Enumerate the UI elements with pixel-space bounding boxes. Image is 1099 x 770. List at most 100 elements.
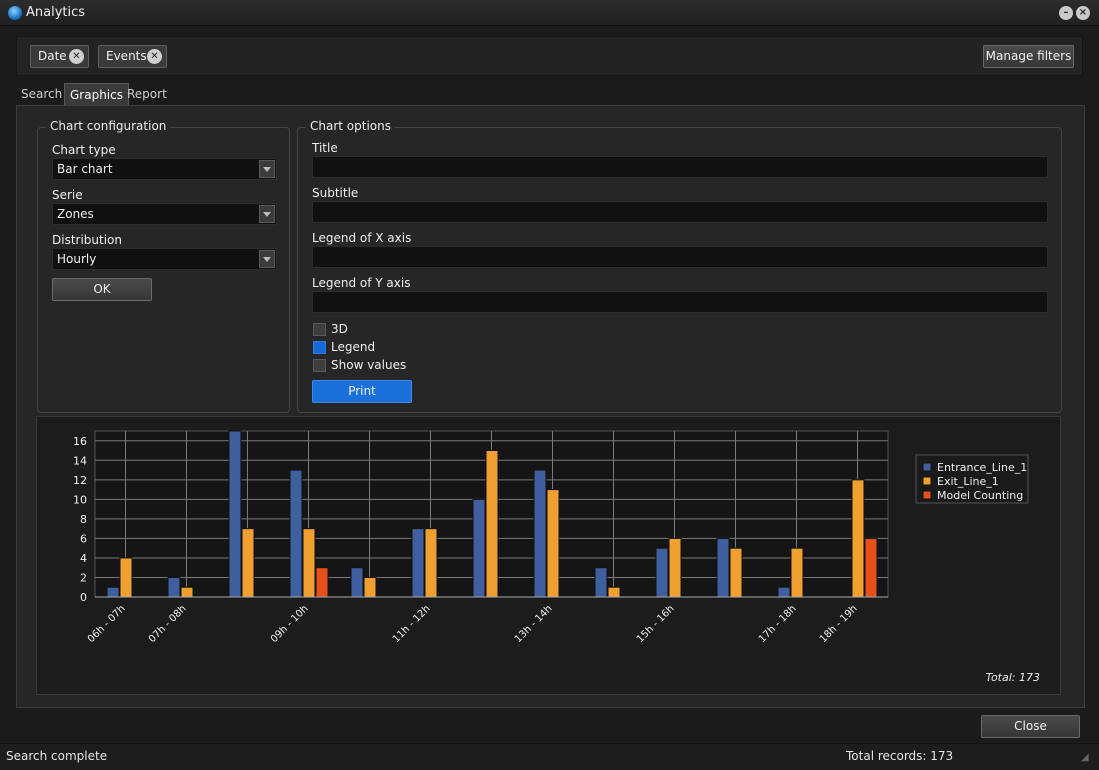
x-axis-legend-label: Legend of X axis: [312, 231, 412, 245]
bar: [594, 567, 608, 598]
x-tick-label: 09h - 10h: [269, 603, 311, 645]
bar-chart: 0 2 4 6 8 10 12 14 16 06h - 07h 07h - 08h 09h - 10h…: [73, 430, 1040, 684]
resize-grip-icon[interactable]: ◢: [1081, 752, 1089, 763]
analytics-app-icon: [8, 6, 22, 20]
title-bar: Analytics – ×: [0, 0, 1099, 26]
legend-label: Entrance_Line_1: [937, 461, 1027, 474]
selected-value: Zones: [57, 207, 94, 221]
chevron-down-icon[interactable]: [259, 250, 275, 268]
x-tick-label: 17h - 18h: [757, 603, 799, 645]
bar: [289, 469, 303, 598]
bar: [167, 576, 181, 598]
bar: [315, 567, 329, 598]
x-tick-label: 07h - 08h: [147, 603, 189, 645]
chart-type-label: Chart type: [52, 143, 116, 157]
filter-chip-label: Events: [106, 49, 147, 63]
filter-bar: Date ✕ Events ✕ Manage filters: [16, 36, 1083, 76]
bar: [851, 479, 865, 598]
subtitle-field[interactable]: [312, 201, 1048, 223]
y-tick-label: 16: [73, 435, 87, 448]
group-title: Chart configuration: [46, 119, 171, 133]
bar: [790, 547, 804, 598]
legend-checkbox-label: Legend: [331, 340, 376, 354]
bar: [729, 547, 743, 598]
bar: [777, 586, 791, 598]
x-tick-label: 18h - 19h: [818, 603, 860, 645]
print-button[interactable]: Print: [312, 380, 412, 403]
selected-value: Bar chart: [57, 162, 113, 176]
chart-type-select[interactable]: Bar chart: [52, 158, 277, 180]
show-values-checkbox[interactable]: [313, 359, 326, 372]
filter-chip-label: Date: [38, 49, 67, 63]
y-tick-label: 8: [80, 513, 87, 526]
bar: [363, 576, 377, 598]
bar: [546, 489, 560, 598]
group-title: Chart options: [306, 119, 395, 133]
chart-area: 0 2 4 6 8 10 12 14 16 06h - 07h 07h - 08h 09h - 10h…: [36, 416, 1061, 695]
bar: [533, 469, 547, 598]
filter-chip-date[interactable]: Date ✕: [30, 45, 89, 68]
legend-label: Model Counting: [937, 489, 1023, 502]
x-tick-label: 13h - 14h: [513, 603, 555, 645]
bar: [106, 586, 120, 598]
bar: [241, 528, 255, 598]
status-text: Search complete: [6, 749, 108, 763]
bar: [424, 528, 438, 598]
bar: [472, 498, 486, 598]
total-records: Total records: 173: [846, 749, 954, 763]
remove-filter-icon[interactable]: ✕: [147, 49, 162, 64]
window-title: Analytics: [26, 5, 86, 20]
bar: [485, 450, 499, 598]
bar: [716, 537, 730, 598]
bar: [864, 537, 878, 598]
manage-filters-button[interactable]: Manage filters: [983, 45, 1074, 68]
ok-button[interactable]: OK: [52, 278, 152, 301]
y-tick-label: 6: [80, 532, 87, 545]
status-bar: Search complete Total records: 173 ◢: [0, 743, 1099, 770]
title-field[interactable]: [312, 156, 1048, 178]
selected-value: Hourly: [57, 252, 97, 266]
bar: [350, 567, 364, 598]
chevron-down-icon[interactable]: [259, 160, 275, 178]
bar: [180, 586, 194, 598]
y-tick-label: 12: [73, 474, 87, 487]
y-tick-label: 2: [80, 571, 87, 584]
y-tick-label: 4: [80, 552, 87, 565]
y-tick-label: 10: [73, 493, 87, 506]
x-tick-label: 06h - 07h: [86, 603, 128, 645]
y-axis-legend-label: Legend of Y axis: [312, 276, 411, 290]
bar: [302, 528, 316, 598]
3d-checkbox[interactable]: [313, 323, 326, 336]
legend-swatch: [922, 462, 932, 472]
x-axis-legend-field[interactable]: [312, 246, 1048, 268]
filter-chip-events[interactable]: Events ✕: [98, 45, 167, 68]
distribution-label: Distribution: [52, 233, 123, 247]
legend-swatch: [922, 490, 932, 500]
bar: [655, 547, 669, 598]
distribution-select[interactable]: Hourly: [52, 248, 277, 270]
x-tick-label: 11h - 12h: [391, 603, 433, 645]
legend-swatch: [922, 476, 932, 486]
bar: [411, 528, 425, 598]
bar: [668, 537, 682, 598]
minimize-icon[interactable]: –: [1059, 6, 1073, 20]
legend-checkbox[interactable]: [313, 341, 326, 354]
bar: [607, 586, 621, 598]
3d-checkbox-label: 3D: [331, 322, 348, 336]
close-button[interactable]: Close: [981, 715, 1080, 738]
tab-graphics[interactable]: Graphics: [64, 83, 129, 105]
close-window-icon[interactable]: ×: [1076, 6, 1090, 20]
show-values-checkbox-label: Show values: [331, 358, 407, 372]
y-tick-label: 14: [73, 454, 87, 467]
tab-report[interactable]: Report: [122, 83, 172, 105]
x-tick-label: 15h - 16h: [635, 603, 677, 645]
y-axis-legend-field[interactable]: [312, 291, 1048, 313]
chevron-down-icon[interactable]: [259, 205, 275, 223]
tab-search[interactable]: Search: [16, 83, 67, 105]
legend-label: Exit_Line_1: [937, 475, 999, 488]
serie-select[interactable]: Zones: [52, 203, 277, 225]
remove-filter-icon[interactable]: ✕: [69, 49, 84, 64]
bar: [119, 557, 133, 598]
y-tick-label: 0: [80, 591, 87, 604]
serie-label: Serie: [52, 188, 83, 202]
